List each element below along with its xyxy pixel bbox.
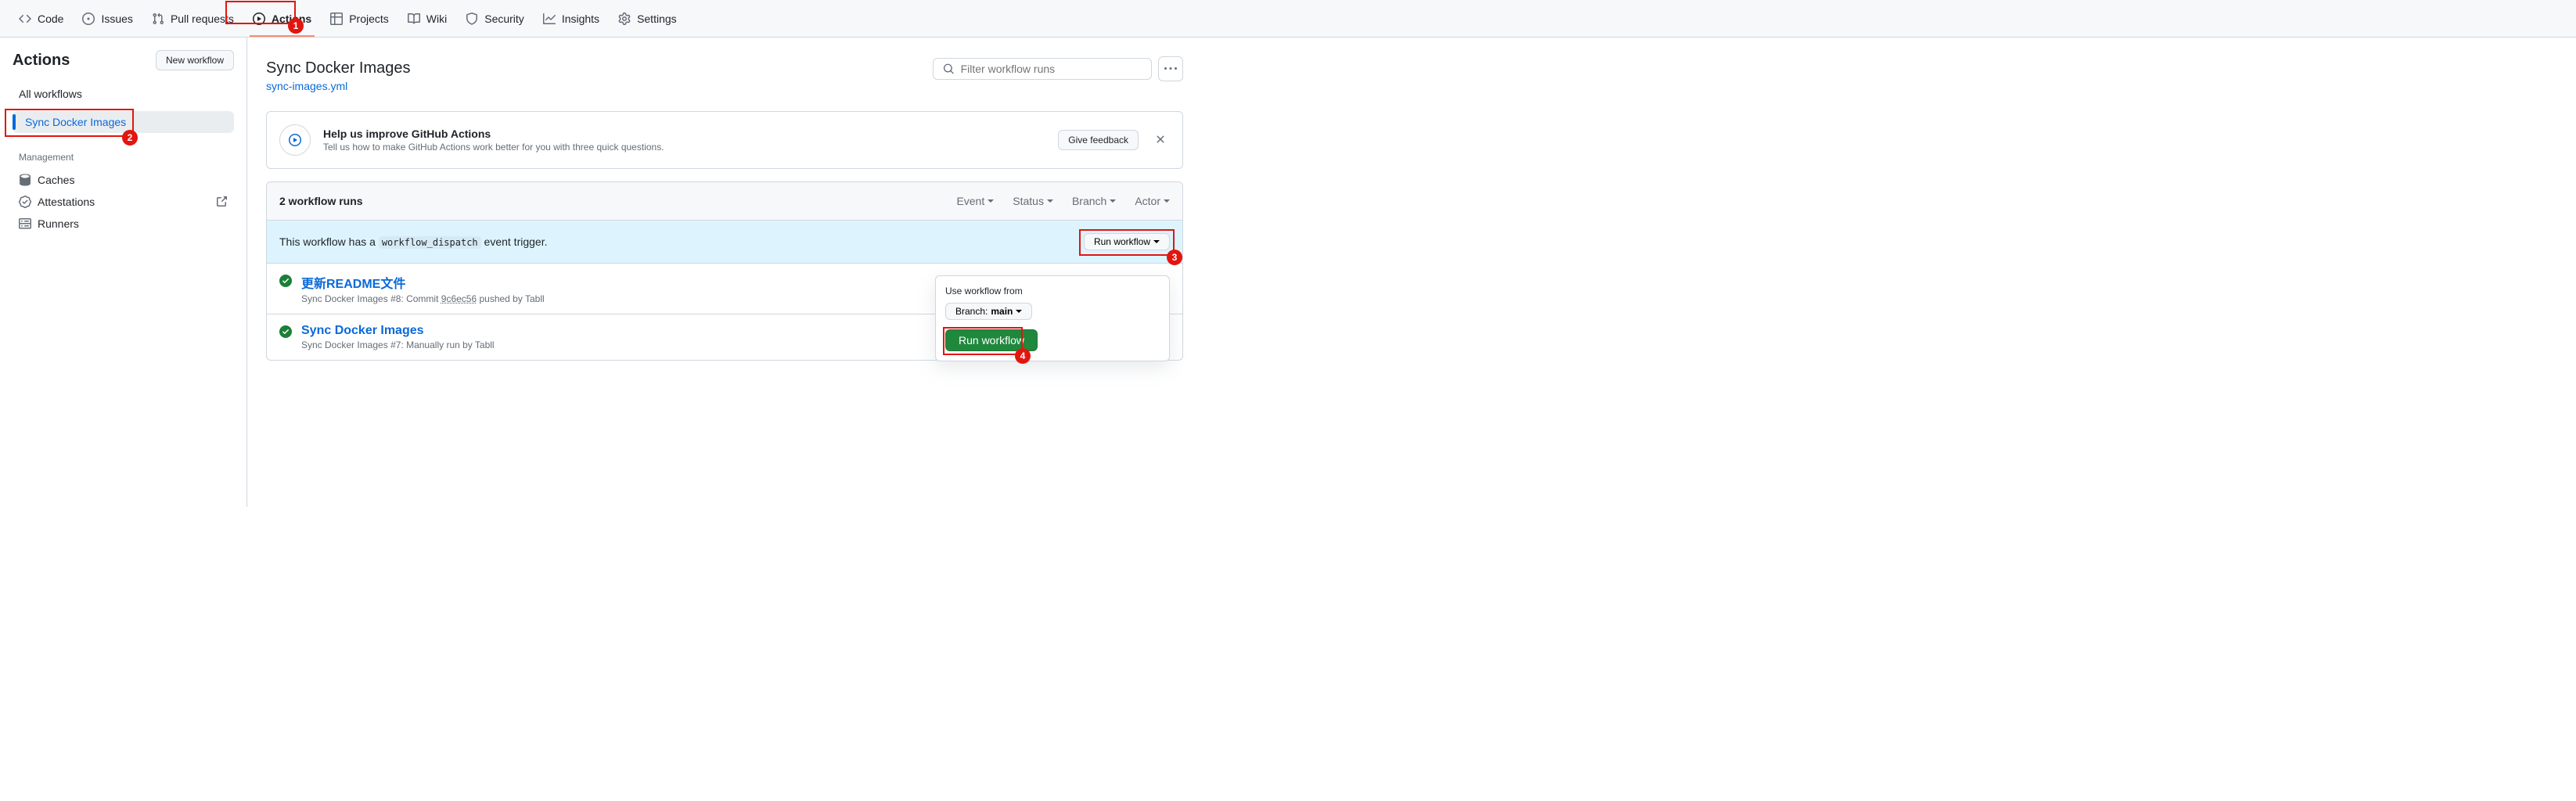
sidebar-caches-label: Caches (38, 174, 74, 186)
run-status-success (279, 325, 292, 340)
filter-actor[interactable]: Actor (1135, 195, 1170, 207)
callout-badge-3: 3 (1167, 250, 1182, 265)
dispatch-suffix: event trigger. (481, 235, 548, 248)
callout-badge-1: 1 (288, 18, 304, 34)
run-title-link[interactable]: Sync Docker Images (301, 324, 424, 337)
sidebar: Actions New workflow All workflows Sync … (0, 38, 247, 507)
callout-badge-4: 4 (1015, 348, 1031, 364)
repo-nav: Code Issues Pull requests Actions Projec… (0, 0, 2576, 38)
nav-pulls-label: Pull requests (171, 13, 234, 25)
sidebar-attestations-label: Attestations (38, 196, 95, 208)
nav-wiki[interactable]: Wiki (401, 0, 453, 37)
nav-settings-label: Settings (637, 13, 677, 25)
banner-subtitle: Tell us how to make GitHub Actions work … (323, 142, 1045, 153)
run-title-link[interactable]: 更新README文件 (301, 278, 405, 291)
sidebar-all-workflows[interactable]: All workflows (13, 83, 234, 105)
banner-close-button[interactable] (1151, 130, 1170, 151)
give-feedback-button[interactable]: Give feedback (1058, 130, 1139, 150)
graph-icon (543, 13, 556, 25)
search-input-wrap[interactable] (933, 58, 1152, 80)
run-subtitle: Sync Docker Images #8: Commit 9c6ec56 pu… (301, 293, 919, 304)
nav-insights-label: Insights (562, 13, 599, 25)
sidebar-title: Actions (13, 52, 70, 70)
issues-icon (82, 13, 95, 25)
nav-code[interactable]: Code (13, 0, 70, 37)
kebab-horizontal-icon (1164, 63, 1177, 75)
commit-link[interactable]: 9c6ec56 (441, 293, 477, 304)
workflow-file-link[interactable]: sync-images.yml (266, 80, 347, 92)
cache-icon (19, 174, 31, 186)
code-icon (19, 13, 31, 25)
check-circle-fill-icon (279, 275, 292, 287)
link-external-icon (215, 196, 228, 208)
page-title: Sync Docker Images (266, 56, 411, 80)
sidebar-runners[interactable]: Runners (13, 213, 234, 235)
nav-insights[interactable]: Insights (537, 0, 606, 37)
play-circle-icon (279, 124, 311, 156)
filter-status[interactable]: Status (1013, 195, 1053, 207)
banner-title: Help us improve GitHub Actions (323, 128, 1045, 140)
sidebar-caches[interactable]: Caches (13, 169, 234, 191)
dispatch-code: workflow_dispatch (379, 236, 481, 249)
branch-select[interactable]: Branch: main (945, 303, 1032, 320)
new-workflow-button[interactable]: New workflow (156, 50, 234, 70)
close-icon (1154, 133, 1167, 145)
sidebar-attestations[interactable]: Attestations (13, 191, 234, 213)
filter-event[interactable]: Event (956, 195, 994, 207)
main-content: Sync Docker Images sync-images.yml Help … (247, 38, 1202, 507)
table-icon (330, 13, 343, 25)
feedback-banner: Help us improve GitHub Actions Tell us h… (266, 111, 1183, 169)
nav-code-label: Code (38, 13, 63, 25)
workflow-runs-box: 2 workflow runs Event Status Branch Acto… (266, 181, 1183, 361)
run-subtitle: Sync Docker Images #7: Manually run by T… (301, 339, 919, 350)
server-icon (19, 217, 31, 230)
nav-issues-label: Issues (101, 13, 132, 25)
sidebar-management-label: Management (13, 139, 234, 169)
play-icon (253, 13, 265, 25)
workflow-menu-button[interactable] (1158, 56, 1183, 81)
gear-icon (618, 13, 631, 25)
callout-badge-2: 2 (122, 130, 138, 145)
sidebar-workflow-sync-docker-images[interactable]: Sync Docker Images (13, 111, 234, 133)
sidebar-runners-label: Runners (38, 217, 79, 230)
nav-projects-label: Projects (349, 13, 389, 25)
dropdown-use-from-label: Use workflow from (945, 286, 1160, 296)
verified-icon (19, 196, 31, 208)
dispatch-prefix: This workflow has a (279, 235, 379, 248)
search-icon (943, 63, 955, 75)
nav-wiki-label: Wiki (426, 13, 447, 25)
workflow-dispatch-row: This workflow has a workflow_dispatch ev… (267, 221, 1182, 264)
search-input[interactable] (961, 63, 1142, 75)
run-workflow-dropdown: Use workflow from Branch: main Run workf… (935, 275, 1170, 361)
check-circle-fill-icon (279, 325, 292, 338)
filter-branch[interactable]: Branch (1072, 195, 1116, 207)
nav-security-label: Security (484, 13, 524, 25)
nav-security[interactable]: Security (459, 0, 531, 37)
shield-icon (466, 13, 478, 25)
nav-actions[interactable]: Actions (246, 0, 318, 37)
runs-count: 2 workflow runs (279, 195, 363, 207)
nav-issues[interactable]: Issues (76, 0, 139, 37)
run-status-success (279, 275, 292, 289)
run-workflow-button[interactable]: Run workflow (1084, 233, 1170, 250)
nav-pulls[interactable]: Pull requests (146, 0, 240, 37)
git-pull-request-icon (152, 13, 164, 25)
book-icon (408, 13, 420, 25)
nav-settings[interactable]: Settings (612, 0, 683, 37)
nav-projects[interactable]: Projects (324, 0, 395, 37)
